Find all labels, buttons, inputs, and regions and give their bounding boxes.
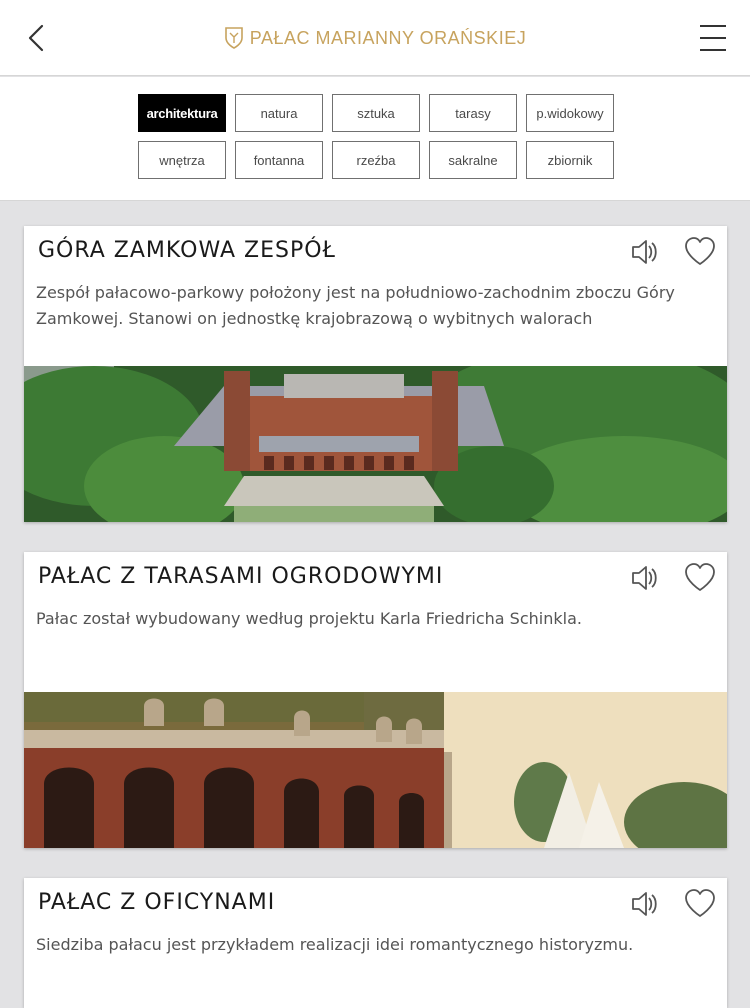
audio-button[interactable] [628, 234, 664, 270]
hamburger-menu-icon [700, 25, 726, 51]
crest-icon [224, 26, 244, 58]
filter-chip-sakralne[interactable]: sakralne [429, 141, 517, 179]
audio-button[interactable] [628, 560, 664, 596]
heart-icon [685, 889, 715, 917]
filter-chip-wnetrza[interactable]: wnętrza [138, 141, 226, 179]
menu-button[interactable] [692, 18, 734, 58]
filter-chip-p-widokowy[interactable]: p.widokowy [526, 94, 614, 132]
card-title: GÓRA ZAMKOWA ZESPÓŁ [38, 238, 336, 263]
card-photo-palace-terraces [24, 692, 727, 848]
poi-card[interactable]: PAŁAC Z TARASAMI OGRODOWYMI Pałac został… [24, 552, 727, 848]
filter-chip-sztuka[interactable]: sztuka [332, 94, 420, 132]
app-brand: PAŁAC MARIANNY ORAŃSKIEJ [0, 24, 750, 58]
filter-chip-tarasy[interactable]: tarasy [429, 94, 517, 132]
card-photo-castle-aerial [24, 366, 727, 522]
speaker-icon [632, 566, 657, 590]
poi-card[interactable]: PAŁAC Z OFICYNAMI Siedziba pałacu jest p… [24, 878, 727, 1008]
filter-chip-grid: architektura natura sztuka tarasy p.wido… [138, 94, 614, 179]
category-filter-bar: architektura natura sztuka tarasy p.wido… [0, 77, 750, 201]
heart-icon [685, 237, 715, 265]
filter-chip-fontanna[interactable]: fontanna [235, 141, 323, 179]
filter-chip-rzezba[interactable]: rzeźba [332, 141, 420, 179]
card-description: Pałac został wybudowany według projektu … [36, 609, 582, 628]
heart-icon [685, 563, 715, 591]
app-header: PAŁAC MARIANNY ORAŃSKIEJ [0, 0, 750, 76]
card-description: Zespół pałacowo-parkowy położony jest na… [36, 283, 675, 328]
card-title: PAŁAC Z TARASAMI OGRODOWYMI [38, 564, 444, 589]
filter-chip-natura[interactable]: natura [235, 94, 323, 132]
speaker-icon [632, 892, 657, 916]
audio-button[interactable] [628, 886, 664, 922]
speaker-icon [632, 240, 657, 264]
app-title: PAŁAC MARIANNY ORAŃSKIEJ [249, 28, 527, 48]
favorite-button[interactable] [682, 560, 718, 596]
poi-card[interactable]: GÓRA ZAMKOWA ZESPÓŁ Zespół pałacowo-park… [24, 226, 727, 522]
filter-chip-architektura[interactable]: architektura [138, 94, 226, 132]
favorite-button[interactable] [682, 886, 718, 922]
card-title: PAŁAC Z OFICYNAMI [38, 890, 276, 915]
favorite-button[interactable] [682, 234, 718, 270]
card-description: Siedziba pałacu jest przykładem realizac… [36, 935, 634, 954]
filter-chip-zbiornik[interactable]: zbiornik [526, 141, 614, 179]
